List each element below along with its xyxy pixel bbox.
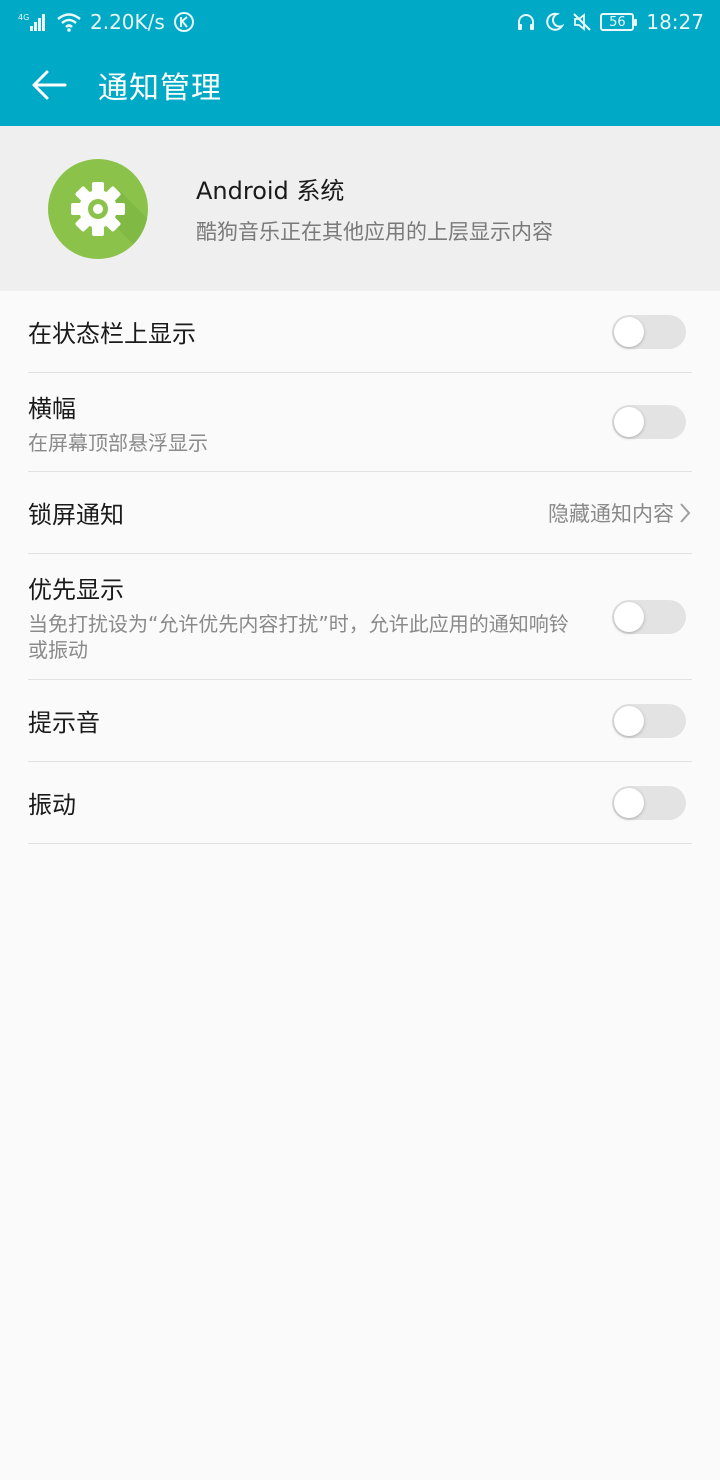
lock-screen-value-text: 隐藏通知内容 bbox=[548, 501, 674, 526]
row-text: 横幅 在屏幕顶部悬浮显示 bbox=[28, 389, 208, 456]
vibrate-toggle[interactable] bbox=[612, 785, 686, 820]
sound-toggle[interactable] bbox=[612, 703, 686, 738]
row-text: 优先显示 当免打扰设为“允许优先内容打扰”时，允许此应用的通知响铃或振动 bbox=[28, 570, 588, 663]
app-header: Android 系统 酷狗音乐正在其他应用的上层显示内容 bbox=[0, 126, 720, 291]
page-title: 通知管理 bbox=[98, 71, 222, 106]
clock: 18:27 bbox=[646, 10, 704, 34]
row-subtitle: 当免打扰设为“允许优先内容打扰”时，允许此应用的通知响铃或振动 bbox=[28, 612, 569, 662]
row-text: 锁屏通知 bbox=[28, 495, 124, 530]
toggle-knob bbox=[614, 601, 644, 632]
app-icon bbox=[48, 158, 148, 259]
network-type: 4G bbox=[18, 13, 29, 22]
lock-screen-row[interactable]: 锁屏通知 隐藏通知内容 bbox=[28, 472, 692, 554]
network-speed: 2.20K/s bbox=[90, 10, 165, 34]
toggle-knob bbox=[614, 705, 644, 736]
headphones-icon bbox=[516, 12, 536, 32]
app-meta: Android 系统 酷狗音乐正在其他应用的上层显示内容 bbox=[196, 171, 553, 246]
row-text: 提示音 bbox=[28, 703, 100, 738]
banner-row[interactable]: 横幅 在屏幕顶部悬浮显示 bbox=[28, 373, 692, 472]
toggle-knob bbox=[614, 407, 644, 437]
toggle-knob bbox=[614, 787, 644, 818]
status-bar: 4G 2.20K/s 56 18:27 bbox=[0, 0, 720, 44]
priority-row[interactable]: 优先显示 当免打扰设为“允许优先内容打扰”时，允许此应用的通知响铃或振动 bbox=[28, 554, 692, 680]
back-button[interactable] bbox=[0, 44, 98, 126]
row-title: 锁屏通知 bbox=[28, 501, 124, 529]
chevron-right-icon bbox=[680, 502, 691, 523]
row-title: 横幅 bbox=[28, 394, 76, 423]
app-bar: 通知管理 bbox=[0, 44, 720, 126]
battery-level: 56 bbox=[609, 14, 626, 30]
banner-toggle[interactable] bbox=[612, 405, 686, 439]
mute-icon bbox=[572, 12, 592, 32]
gear-icon bbox=[71, 181, 148, 259]
status-bar-right: 56 18:27 bbox=[516, 10, 704, 34]
status-bar-display-toggle[interactable] bbox=[612, 314, 686, 349]
wifi-icon bbox=[56, 12, 82, 32]
status-bar-display-row[interactable]: 在状态栏上显示 bbox=[28, 291, 692, 373]
battery-icon: 56 bbox=[600, 13, 638, 31]
row-title: 振动 bbox=[28, 791, 76, 819]
signal-icon: 4G bbox=[18, 12, 48, 32]
row-title: 提示音 bbox=[28, 709, 100, 737]
moon-icon bbox=[544, 12, 565, 32]
status-bar-left: 4G 2.20K/s bbox=[18, 10, 195, 34]
back-arrow-icon bbox=[32, 70, 67, 100]
vibrate-row[interactable]: 振动 bbox=[28, 762, 692, 844]
kugou-icon bbox=[173, 11, 195, 33]
row-text: 振动 bbox=[28, 785, 76, 820]
toggle-knob bbox=[614, 316, 644, 347]
row-subtitle: 在屏幕顶部悬浮显示 bbox=[28, 430, 208, 455]
settings-list: 在状态栏上显示 横幅 在屏幕顶部悬浮显示 锁屏通知 隐藏通知内容 优先显示 当免… bbox=[28, 291, 692, 844]
row-text: 在状态栏上显示 bbox=[28, 314, 196, 349]
sound-row[interactable]: 提示音 bbox=[28, 680, 692, 762]
app-name: Android 系统 bbox=[196, 177, 345, 205]
lock-screen-value: 隐藏通知内容 bbox=[548, 498, 692, 528]
app-description: 酷狗音乐正在其他应用的上层显示内容 bbox=[196, 220, 553, 244]
row-title: 在状态栏上显示 bbox=[28, 320, 196, 348]
priority-toggle[interactable] bbox=[612, 599, 686, 634]
row-title: 优先显示 bbox=[28, 576, 124, 604]
